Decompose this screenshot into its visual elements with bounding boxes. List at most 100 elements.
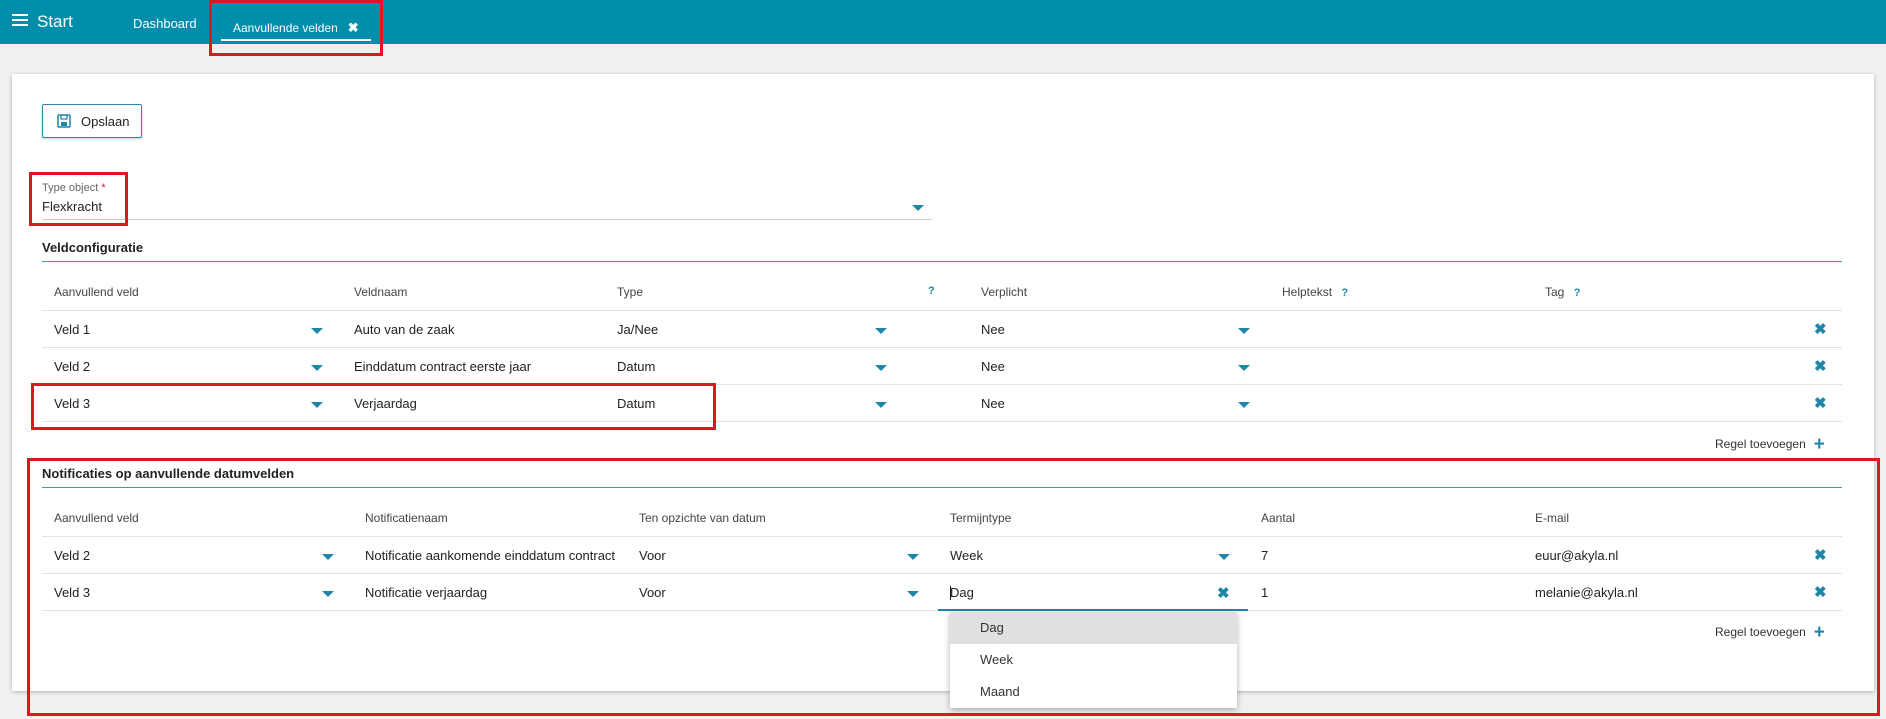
tab-dashboard[interactable]: Dashboard xyxy=(133,16,197,31)
column-header: Notificatienaam xyxy=(365,511,448,525)
column-header-label: Helptekst xyxy=(1282,285,1333,299)
delete-row-icon[interactable]: ✖ xyxy=(1814,394,1827,412)
add-row-label: Regel toevoegen xyxy=(1715,625,1806,639)
chevron-down-icon[interactable] xyxy=(875,402,887,408)
help-icon[interactable]: ? xyxy=(928,285,935,297)
clear-icon[interactable]: ✖ xyxy=(1217,584,1230,602)
column-header: Helptekst ? xyxy=(1282,285,1348,299)
aanvullend-veld-select[interactable]: Veld 1 xyxy=(54,322,90,337)
column-header-label: Tag xyxy=(1545,285,1565,299)
column-header: Aanvullend veld xyxy=(54,511,139,525)
add-row-label: Regel toevoegen xyxy=(1715,437,1806,451)
row-divider xyxy=(1248,610,1842,611)
chevron-down-icon[interactable] xyxy=(311,402,323,408)
verplicht-select[interactable]: Nee xyxy=(981,322,1005,337)
chevron-down-icon[interactable] xyxy=(1238,402,1250,408)
save-button[interactable]: Opslaan xyxy=(42,104,142,138)
delete-row-icon[interactable]: ✖ xyxy=(1814,546,1827,564)
column-header: Type xyxy=(617,285,644,299)
aantal-input[interactable]: 7 xyxy=(1261,548,1268,563)
veldnaam-input[interactable]: Auto van de zaak xyxy=(354,322,454,337)
plus-icon: + xyxy=(1813,622,1825,643)
save-button-label: Opslaan xyxy=(81,113,130,129)
type-select[interactable]: Datum xyxy=(617,396,655,411)
column-header: Aantal xyxy=(1261,511,1296,525)
add-row-button[interactable]: Regel toevoegen + xyxy=(1715,434,1825,456)
top-navigation-bar: Start Dashboard Aanvullende velden ✖ xyxy=(0,0,1886,44)
row-divider xyxy=(42,536,1842,537)
aantal-input[interactable]: 1 xyxy=(1261,585,1268,600)
dropdown-option-dag[interactable]: Dag xyxy=(950,612,1237,644)
chevron-down-icon[interactable] xyxy=(1238,328,1250,334)
aanvullend-veld-select[interactable]: Veld 3 xyxy=(54,585,90,600)
row-divider xyxy=(42,384,1842,385)
termijntype-select[interactable]: Week xyxy=(950,548,983,563)
section-divider xyxy=(42,487,1842,488)
focused-field-underline xyxy=(938,609,1248,611)
type-select[interactable]: Datum xyxy=(617,359,655,374)
section-title-notificaties: Notificaties op aanvullende datumvelden xyxy=(42,466,295,481)
chevron-down-icon[interactable] xyxy=(875,365,887,371)
chevron-down-icon[interactable] xyxy=(322,554,334,560)
save-icon xyxy=(57,114,71,128)
aanvullend-veld-select[interactable]: Veld 3 xyxy=(54,396,90,411)
chevron-down-icon[interactable] xyxy=(311,328,323,334)
row-divider xyxy=(42,421,1842,422)
section-title-veldconfiguratie: Veldconfiguratie xyxy=(42,240,144,255)
aanvullend-veld-select[interactable]: Veld 2 xyxy=(54,359,90,374)
help-icon[interactable]: ? xyxy=(1341,287,1348,299)
type-object-underline xyxy=(42,219,932,220)
delete-row-icon[interactable]: ✖ xyxy=(1814,357,1827,375)
chevron-down-icon[interactable] xyxy=(322,591,334,597)
verplicht-select[interactable]: Nee xyxy=(981,396,1005,411)
tab-label: Aanvullende velden xyxy=(233,21,338,35)
plus-icon: + xyxy=(1813,434,1825,455)
type-select[interactable]: Ja/Nee xyxy=(617,322,658,337)
chevron-down-icon[interactable] xyxy=(1218,554,1230,560)
chevron-down-icon[interactable] xyxy=(912,205,924,211)
chevron-down-icon[interactable] xyxy=(311,365,323,371)
aanvullend-veld-select[interactable]: Veld 2 xyxy=(54,548,90,563)
chevron-down-icon[interactable] xyxy=(907,591,919,597)
type-object-select[interactable]: Flexkracht xyxy=(42,199,102,214)
notificatienaam-input[interactable]: Notificatie verjaardag xyxy=(365,585,487,600)
column-header: Veldnaam xyxy=(354,285,408,299)
menu-icon[interactable] xyxy=(12,14,28,26)
chevron-down-icon[interactable] xyxy=(875,328,887,334)
ten-opzichte-select[interactable]: Voor xyxy=(639,548,666,563)
delete-row-icon[interactable]: ✖ xyxy=(1814,583,1827,601)
row-divider xyxy=(42,347,1842,348)
veldnaam-input[interactable]: Einddatum contract eerste jaar xyxy=(354,359,531,374)
start-link[interactable]: Start xyxy=(37,12,73,32)
column-header: Ten opzichte van datum xyxy=(639,511,766,525)
close-tab-icon[interactable]: ✖ xyxy=(348,20,359,35)
required-mark: * xyxy=(101,182,106,194)
ten-opzichte-select[interactable]: Voor xyxy=(639,585,666,600)
termijntype-dropdown-menu: Dag Week Maand xyxy=(950,612,1237,708)
row-divider xyxy=(42,310,1842,311)
email-input[interactable]: euur@akyla.nl xyxy=(1535,548,1618,563)
row-divider xyxy=(42,573,1842,574)
type-object-label: Type object * xyxy=(42,182,106,194)
column-header: Tag ? xyxy=(1545,285,1580,299)
type-object-label-text: Type object xyxy=(42,182,99,194)
column-header: E-mail xyxy=(1535,511,1570,525)
add-row-button[interactable]: Regel toevoegen + xyxy=(1715,622,1825,644)
column-header: Termijntype xyxy=(950,511,1012,525)
column-header: Verplicht xyxy=(981,285,1028,299)
column-header: Aanvullend veld xyxy=(54,285,139,299)
tab-aanvullende-velden[interactable]: Aanvullende velden ✖ xyxy=(221,15,371,41)
dropdown-option-week[interactable]: Week xyxy=(950,644,1237,676)
verplicht-select[interactable]: Nee xyxy=(981,359,1005,374)
veldnaam-input[interactable]: Verjaardag xyxy=(354,396,417,411)
notificatienaam-input[interactable]: Notificatie aankomende einddatum contrac… xyxy=(365,548,615,563)
row-divider xyxy=(42,610,938,611)
dropdown-option-maand[interactable]: Maand xyxy=(950,676,1237,708)
chevron-down-icon[interactable] xyxy=(907,554,919,560)
email-input[interactable]: melanie@akyla.nl xyxy=(1535,585,1638,600)
delete-row-icon[interactable]: ✖ xyxy=(1814,320,1827,338)
termijntype-combobox[interactable]: Dag xyxy=(950,585,974,600)
section-divider xyxy=(42,261,1842,262)
help-icon[interactable]: ? xyxy=(1574,287,1581,299)
chevron-down-icon[interactable] xyxy=(1238,365,1250,371)
